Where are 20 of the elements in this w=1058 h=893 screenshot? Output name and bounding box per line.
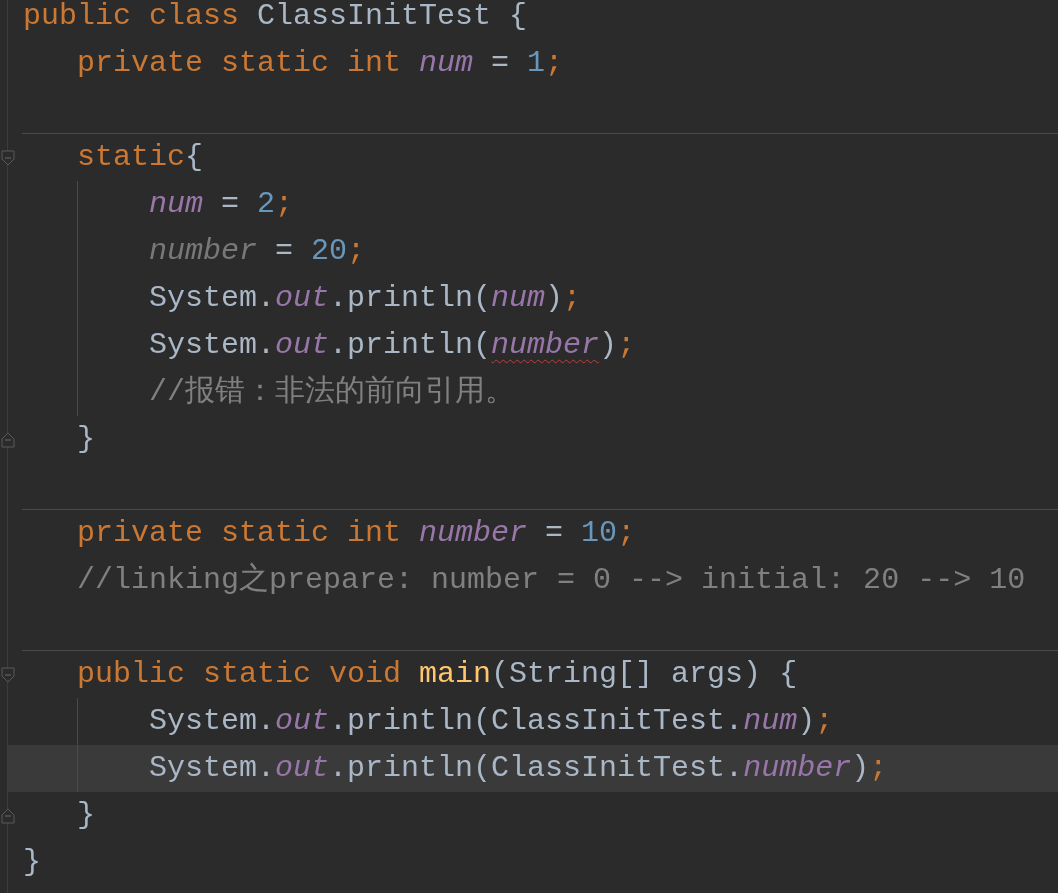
code-line: number = 20;: [149, 233, 366, 270]
fold-marker-icon[interactable]: [1, 149, 15, 166]
code-line: static{: [77, 139, 204, 176]
code-line: //linking之prepare: number = 0 --> initial: 20 --> 10: [77, 561, 1026, 599]
code-line: public class ClassInitTest {: [23, 0, 528, 35]
code-line: System.out.println(ClassInitTest.num);: [149, 703, 834, 740]
code-line: }: [77, 797, 95, 834]
code-line: System.out.println(num);: [149, 280, 582, 317]
code-line: //报错：非法的前向引用。: [149, 374, 515, 411]
code-line: }: [23, 844, 41, 881]
code-line: }: [77, 421, 95, 458]
code-line: num = 2;: [149, 186, 294, 223]
code-line: public static void main(String[] args) {: [77, 656, 798, 693]
fold-marker-icon[interactable]: [1, 666, 15, 683]
code-line: System.out.println(number);: [149, 327, 636, 364]
fold-marker-icon[interactable]: [1, 431, 15, 448]
code-line: private static int num = 1;: [77, 45, 564, 82]
fold-marker-icon[interactable]: [1, 807, 15, 824]
code-line: private static int number = 10;: [77, 515, 636, 552]
code-line: System.out.println(ClassInitTest.number);: [149, 750, 888, 787]
